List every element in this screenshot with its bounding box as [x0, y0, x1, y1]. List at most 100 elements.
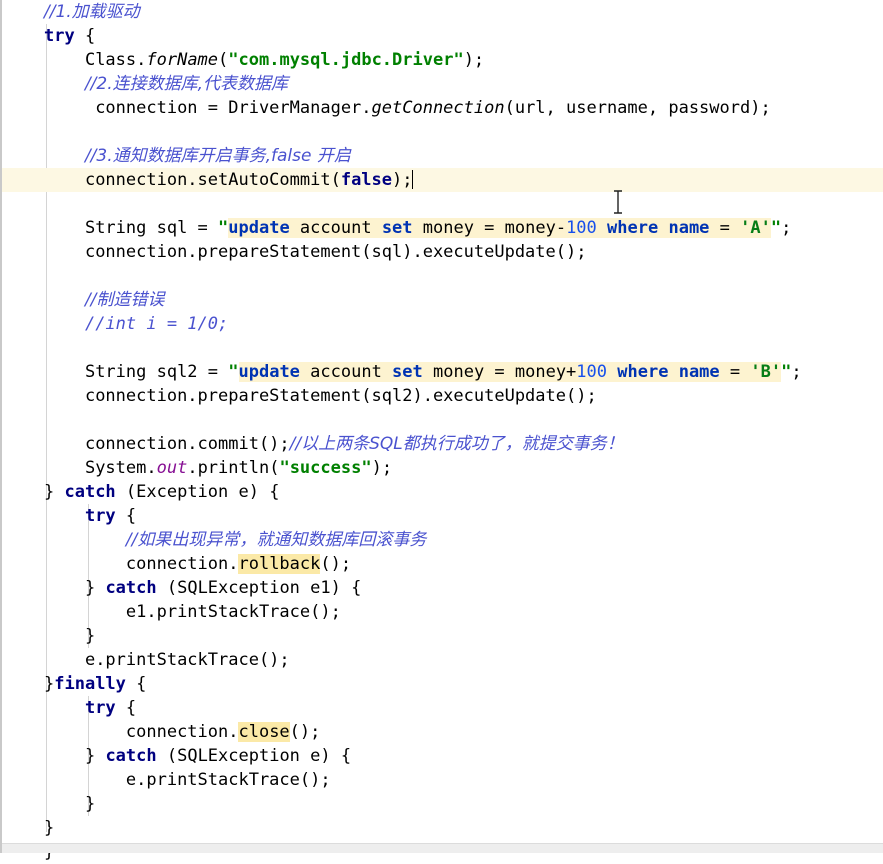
- code-token: connection.setAutoCommit(: [84, 170, 341, 190]
- code-line[interactable]: String sql = "update account set money =…: [2, 216, 883, 240]
- code-token: (SQLException e1) {: [156, 578, 362, 598]
- code-token: }: [44, 482, 65, 502]
- code-token: //1.加载驱动: [44, 2, 140, 22]
- code-token: connection.: [125, 554, 239, 574]
- code-line[interactable]: }: [2, 792, 883, 816]
- sql-token: where: [607, 218, 659, 238]
- code-line[interactable]: [2, 120, 883, 144]
- code-line[interactable]: [2, 336, 883, 360]
- code-line[interactable]: //如果出现异常，就通知数据库回滚事务: [2, 528, 883, 552]
- code-token: getConnection: [371, 98, 505, 118]
- code-line[interactable]: try {: [2, 24, 883, 48]
- code-token: connection.prepareStatement(sql).execute…: [84, 242, 587, 262]
- sql-token: name: [668, 218, 710, 238]
- code-token: connection.commit();: [84, 434, 290, 454]
- code-line[interactable]: //1.加载驱动: [2, 0, 883, 24]
- code-line[interactable]: connection.rollback();: [2, 552, 883, 576]
- code-token: (SQLException e) {: [156, 746, 352, 766]
- code-token: );: [463, 50, 485, 70]
- code-line[interactable]: } catch (SQLException e) {: [2, 744, 883, 768]
- code-token: }: [44, 818, 55, 838]
- code-token: ": [218, 218, 229, 238]
- code-token: {: [74, 26, 96, 46]
- text-caret: [411, 170, 413, 189]
- code-line[interactable]: e.printStackTrace();: [2, 648, 883, 672]
- code-token: //制造错误: [84, 290, 165, 310]
- code-line[interactable]: [2, 264, 883, 288]
- code-token: e.printStackTrace();: [125, 770, 331, 790]
- sql-token: set: [381, 218, 413, 238]
- code-line[interactable]: try {: [2, 504, 883, 528]
- code-line[interactable]: //2.连接数据库,代表数据库: [2, 72, 883, 96]
- code-token: {: [115, 506, 137, 526]
- code-token: ();: [320, 554, 352, 574]
- code-line[interactable]: connection.setAutoCommit(false);: [2, 168, 883, 192]
- code-token: ": [228, 362, 239, 382]
- code-token: }: [44, 674, 55, 694]
- code-token: }: [84, 626, 96, 646]
- sql-token: update: [238, 362, 300, 382]
- bottom-scrollbar-bar[interactable]: [2, 843, 883, 853]
- code-token: {: [125, 674, 147, 694]
- code-content[interactable]: //1.加载驱动 try { Class.forName("com.mysql.j…: [2, 0, 883, 864]
- code-line[interactable]: connection = DriverManager.getConnection…: [2, 96, 883, 120]
- code-line[interactable]: }: [2, 624, 883, 648]
- code-line[interactable]: //3.通知数据库开启事务,false 开启: [2, 144, 883, 168]
- code-line[interactable]: connection.close();: [2, 720, 883, 744]
- code-line[interactable]: [2, 192, 883, 216]
- sql-token: 'A': [740, 218, 771, 238]
- code-token: //int i = 1/0;: [84, 314, 229, 334]
- code-line[interactable]: }finally {: [2, 672, 883, 696]
- code-token: false: [340, 170, 393, 190]
- code-token: .println(: [187, 458, 280, 478]
- code-line[interactable]: } catch (SQLException e1) {: [2, 576, 883, 600]
- code-line[interactable]: String sql2 = "update account set money …: [2, 360, 883, 384]
- code-token: catch: [64, 482, 116, 502]
- sql-token: name: [678, 362, 720, 382]
- code-token: String sql =: [84, 218, 219, 238]
- code-token: //如果出现异常，就通知数据库回滚事务: [125, 530, 427, 550]
- code-line[interactable]: }: [2, 816, 883, 840]
- code-token: try: [84, 506, 116, 526]
- code-token: "success": [279, 458, 372, 478]
- code-line[interactable]: //int i = 1/0;: [2, 312, 883, 336]
- code-line[interactable]: e.printStackTrace();: [2, 768, 883, 792]
- code-token: (: [218, 50, 229, 70]
- code-line[interactable]: [2, 408, 883, 432]
- sql-token: money = money-: [412, 218, 567, 238]
- code-token: ();: [289, 722, 321, 742]
- code-token: //2.连接数据库,代表数据库: [84, 74, 289, 94]
- code-line[interactable]: Class.forName("com.mysql.jdbc.Driver");: [2, 48, 883, 72]
- sql-token: update: [228, 218, 290, 238]
- code-editor[interactable]: //1.加载驱动 try { Class.forName("com.mysql.j…: [0, 0, 883, 862]
- code-line[interactable]: System.out.println("success");: [2, 456, 883, 480]
- sql-token: money = money+: [422, 362, 577, 382]
- sql-token: 100: [576, 362, 608, 382]
- code-line[interactable]: e1.printStackTrace();: [2, 600, 883, 624]
- code-token: System.: [84, 458, 157, 478]
- sql-injected-fragment: update account set money = money+100 whe…: [238, 362, 782, 382]
- code-line[interactable]: try {: [2, 696, 883, 720]
- code-token: //以上两条SQL都执行成功了，就提交事务！: [289, 434, 624, 454]
- code-token: }: [84, 794, 96, 814]
- code-line[interactable]: //制造错误: [2, 288, 883, 312]
- code-token: }: [84, 578, 106, 598]
- code-token: (url, username, password);: [504, 98, 771, 118]
- code-line[interactable]: connection.prepareStatement(sql2).execut…: [2, 384, 883, 408]
- sql-token: account: [289, 218, 382, 238]
- code-line[interactable]: connection.prepareStatement(sql).execute…: [2, 240, 883, 264]
- code-line[interactable]: connection.commit();//以上两条SQL都执行成功了，就提交事…: [2, 432, 883, 456]
- code-line[interactable]: } catch (Exception e) {: [2, 480, 883, 504]
- code-token: ;: [781, 218, 792, 238]
- sql-injected-fragment: update account set money = money-100 whe…: [228, 218, 771, 238]
